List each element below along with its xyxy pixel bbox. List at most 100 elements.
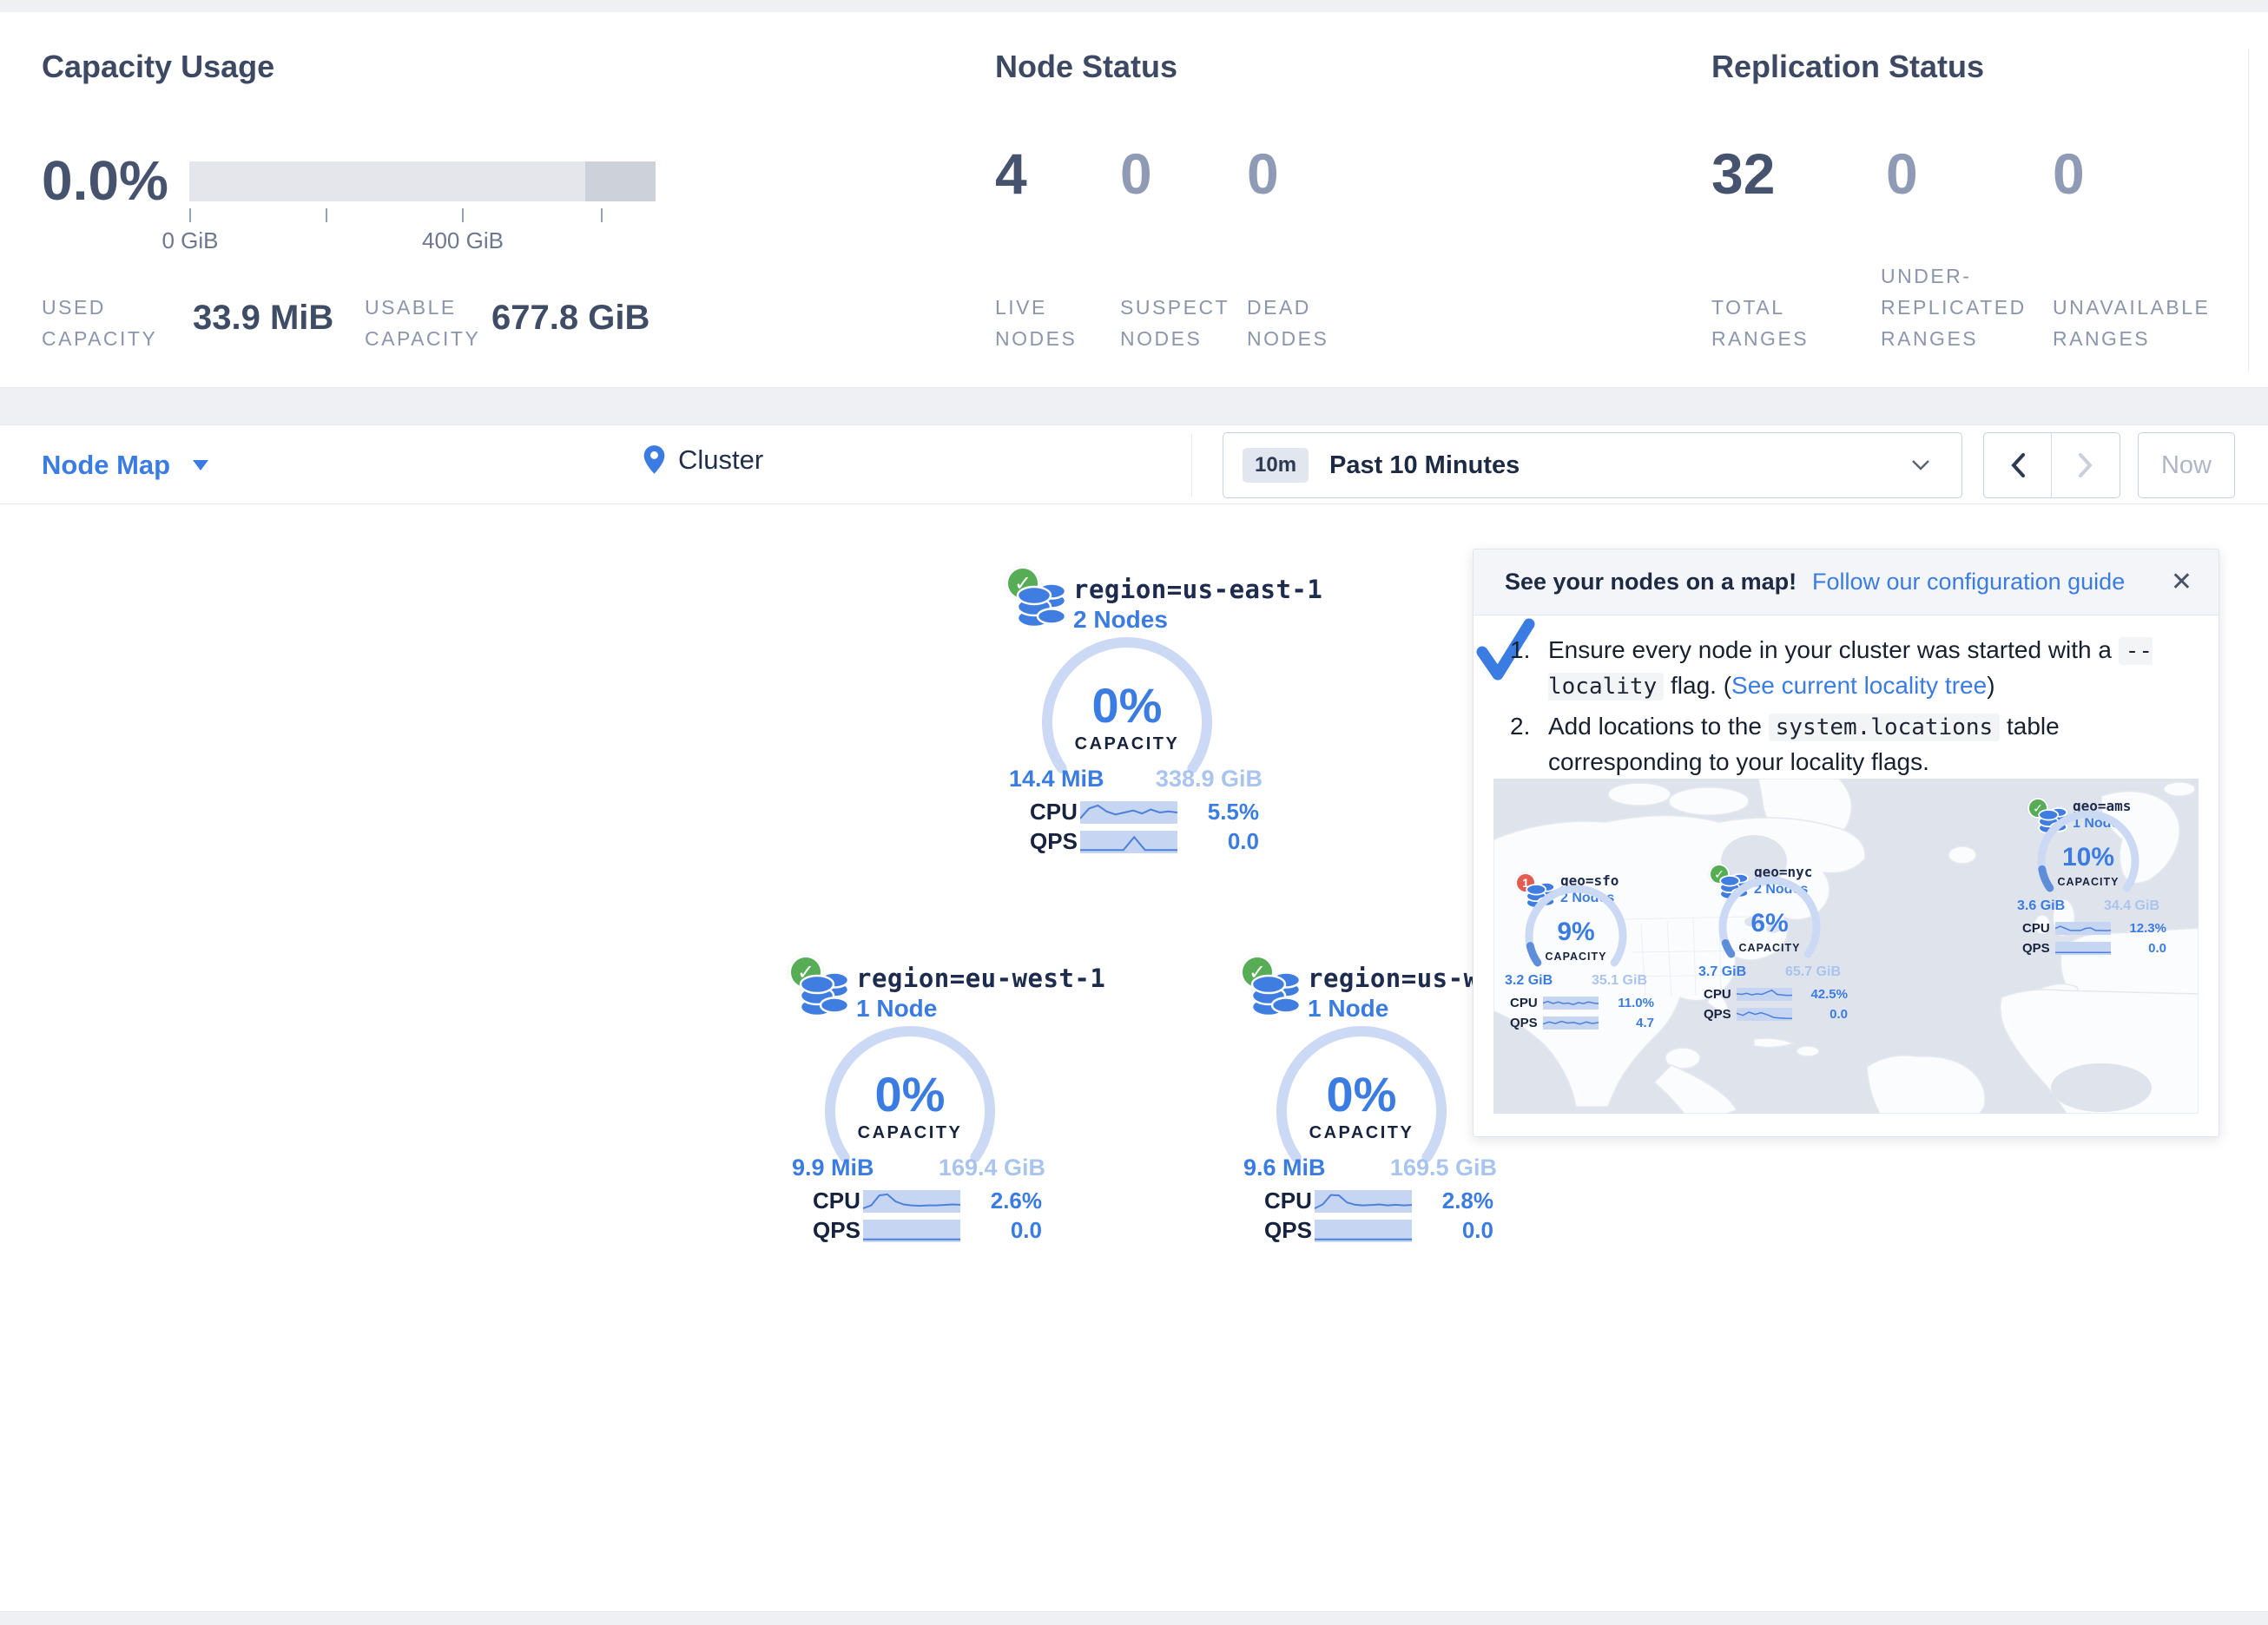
popup-header: See your nodes on a map! Follow our conf… <box>1474 549 2219 615</box>
capacity-tick <box>462 208 464 222</box>
geo-cpu-row: CPU 42.5% <box>1704 987 1848 1002</box>
section-gap-strip <box>0 388 2268 424</box>
cpu-sparkline <box>1737 988 1792 1001</box>
geo-used-capacity: 3.7 GiB <box>1698 964 1746 980</box>
dead-nodes-value: 0 <box>1247 134 1279 214</box>
region-capacity-percent: 0% <box>1266 1066 1457 1122</box>
qps-sparkline <box>1737 1008 1792 1021</box>
capacity-tick-label: 0 GiB <box>121 227 260 254</box>
view-mode-dropdown[interactable]: Node Map <box>42 448 208 483</box>
page-top-strip <box>0 0 2268 12</box>
cpu-label: CPU <box>1264 1188 1315 1214</box>
qps-label: QPS <box>813 1217 863 1244</box>
breadcrumb[interactable]: Cluster <box>643 444 763 476</box>
region-cpu-row: CPU 5.5% <box>1030 799 1259 826</box>
step-2: 2. Add locations to the system.locations… <box>1510 709 2180 779</box>
time-range-badge: 10m <box>1243 448 1309 483</box>
map-pin-icon <box>643 444 666 476</box>
system-locations-code: system.locations <box>1769 714 2000 741</box>
time-range-select[interactable]: 10m Past 10 Minutes <box>1223 432 1962 498</box>
breadcrumb-label: Cluster <box>678 444 763 476</box>
live-nodes-label: LIVE NODES <box>995 292 1077 354</box>
cpu-label: CPU <box>1030 799 1080 826</box>
geo-usable-capacity: 65.7 GiB <box>1785 964 1841 980</box>
capacity-tick <box>189 208 191 222</box>
time-range-label: Past 10 Minutes <box>1329 451 1520 480</box>
cpu-value: 11.0% <box>1599 996 1654 1010</box>
geo-capacity-label: CAPACITY <box>1713 942 1826 954</box>
qps-value: 4.7 <box>1599 1016 1654 1030</box>
time-prev-button[interactable] <box>1984 433 2052 497</box>
summary-divider <box>2248 49 2249 372</box>
now-button-label: Now <box>2161 451 2212 480</box>
geo-qps-row: QPS 0.0 <box>1704 1007 1848 1022</box>
step-number: 2. <box>1510 709 1548 779</box>
cpu-sparkline <box>1080 801 1177 824</box>
map-node-geo-ams: ✓ geo=ams 1 Node 10% CAPACITY 3.6 GiB <box>2027 798 2175 997</box>
locality-tree-link[interactable]: See current locality tree <box>1731 672 1987 699</box>
now-button[interactable]: Now <box>2138 432 2235 498</box>
step-number: 1. <box>1510 633 1548 704</box>
replication-status-title: Replication Status <box>1711 49 1984 85</box>
capacity-tick <box>601 208 603 222</box>
configuration-guide-link[interactable]: Follow our configuration guide <box>1812 569 2125 595</box>
qps-label: QPS <box>1264 1217 1315 1244</box>
map-node-geo-nyc: ✓ geo=nyc 2 Nodes 6% CAPACITY 3.7 GiB <box>1709 864 1856 1063</box>
geo-usable-capacity: 35.1 GiB <box>1592 973 1647 989</box>
view-mode-label: Node Map <box>42 450 170 481</box>
cpu-sparkline <box>2055 922 2111 935</box>
qps-label: QPS <box>1030 828 1080 855</box>
qps-sparkline <box>863 1220 960 1242</box>
cpu-sparkline <box>863 1190 960 1213</box>
capacity-bar <box>189 161 656 201</box>
region-card-us-east-1[interactable]: ✓ region=us-east-1 2 Nodes 0% CAPACITY 1… <box>1005 566 1266 858</box>
unavailable-value: 0 <box>2053 134 2085 214</box>
region-usable-capacity: 338.9 GiB <box>1156 766 1263 793</box>
cluster-summary-bar: Capacity Usage 0.0% 0 GiB 400 GiB USED C… <box>0 12 2268 388</box>
time-next-button[interactable] <box>2052 433 2120 497</box>
page-bottom-strip <box>0 1611 2268 1625</box>
geo-usable-capacity: 34.4 GiB <box>2104 898 2159 914</box>
world-map: 1 geo=sfo 2 Nodes 9% CAPACITY 3.2 GiB <box>1493 779 2199 1114</box>
region-card-us-west-1[interactable]: ✓ region=us-west-1 1 Node 0% CAPACITY 9.… <box>1240 955 1500 1247</box>
cpu-value: 2.6% <box>960 1188 1042 1214</box>
geo-cpu-row: CPU 11.0% <box>1510 996 1654 1010</box>
step-text: Add locations to the system.locations ta… <box>1548 709 2180 779</box>
toolbar-divider <box>1191 434 1192 497</box>
qps-label: QPS <box>1704 1007 1737 1022</box>
region-capacity-label: CAPACITY <box>1032 734 1223 754</box>
qps-sparkline <box>1315 1220 1412 1242</box>
map-node-geo-sfo: 1 geo=sfo 2 Nodes 9% CAPACITY 3.2 GiB <box>1515 872 1663 1072</box>
region-qps-row: QPS 0.0 <box>1030 828 1259 855</box>
capacity-tick <box>326 208 327 222</box>
geo-qps-row: QPS 4.7 <box>1510 1016 1654 1030</box>
region-qps-row: QPS 0.0 <box>813 1217 1042 1244</box>
live-nodes-value: 4 <box>995 134 1027 214</box>
under-replicated-value: 0 <box>1886 134 1918 214</box>
region-cpu-row: CPU 2.8% <box>1264 1188 1493 1214</box>
capacity-usage-title: Capacity Usage <box>42 49 274 85</box>
region-capacity-percent: 0% <box>814 1066 1005 1122</box>
dead-nodes-label: DEAD NODES <box>1247 292 1328 354</box>
qps-label: QPS <box>1510 1016 1543 1030</box>
qps-value: 0.0 <box>2111 941 2166 956</box>
usable-capacity-value: 677.8 GiB <box>491 299 649 338</box>
region-used-capacity: 9.9 MiB <box>792 1155 874 1181</box>
geo-qps-row: QPS 0.0 <box>2022 941 2166 956</box>
geo-capacity-label: CAPACITY <box>1520 951 1632 963</box>
close-icon[interactable]: ✕ <box>2171 567 2192 597</box>
capacity-bar-tail <box>585 161 656 201</box>
under-replicated-label: UNDER- REPLICATED RANGES <box>1881 260 2027 354</box>
qps-value: 0.0 <box>960 1217 1042 1244</box>
cpu-value: 5.5% <box>1177 799 1259 826</box>
used-capacity-label: USED CAPACITY <box>42 292 157 354</box>
step-1: 1. Ensure every node in your cluster was… <box>1510 633 2180 704</box>
region-used-capacity: 9.6 MiB <box>1243 1155 1326 1181</box>
cpu-label: CPU <box>1510 996 1543 1010</box>
region-usable-capacity: 169.4 GiB <box>939 1155 1045 1181</box>
region-card-eu-west-1[interactable]: ✓ region=eu-west-1 1 Node 0% CAPACITY 9.… <box>788 955 1049 1247</box>
region-cpu-row: CPU 2.6% <box>813 1188 1042 1214</box>
chevron-left-icon <box>2010 452 2026 478</box>
cpu-value: 42.5% <box>1792 987 1848 1002</box>
region-capacity-label: CAPACITY <box>1266 1123 1457 1143</box>
